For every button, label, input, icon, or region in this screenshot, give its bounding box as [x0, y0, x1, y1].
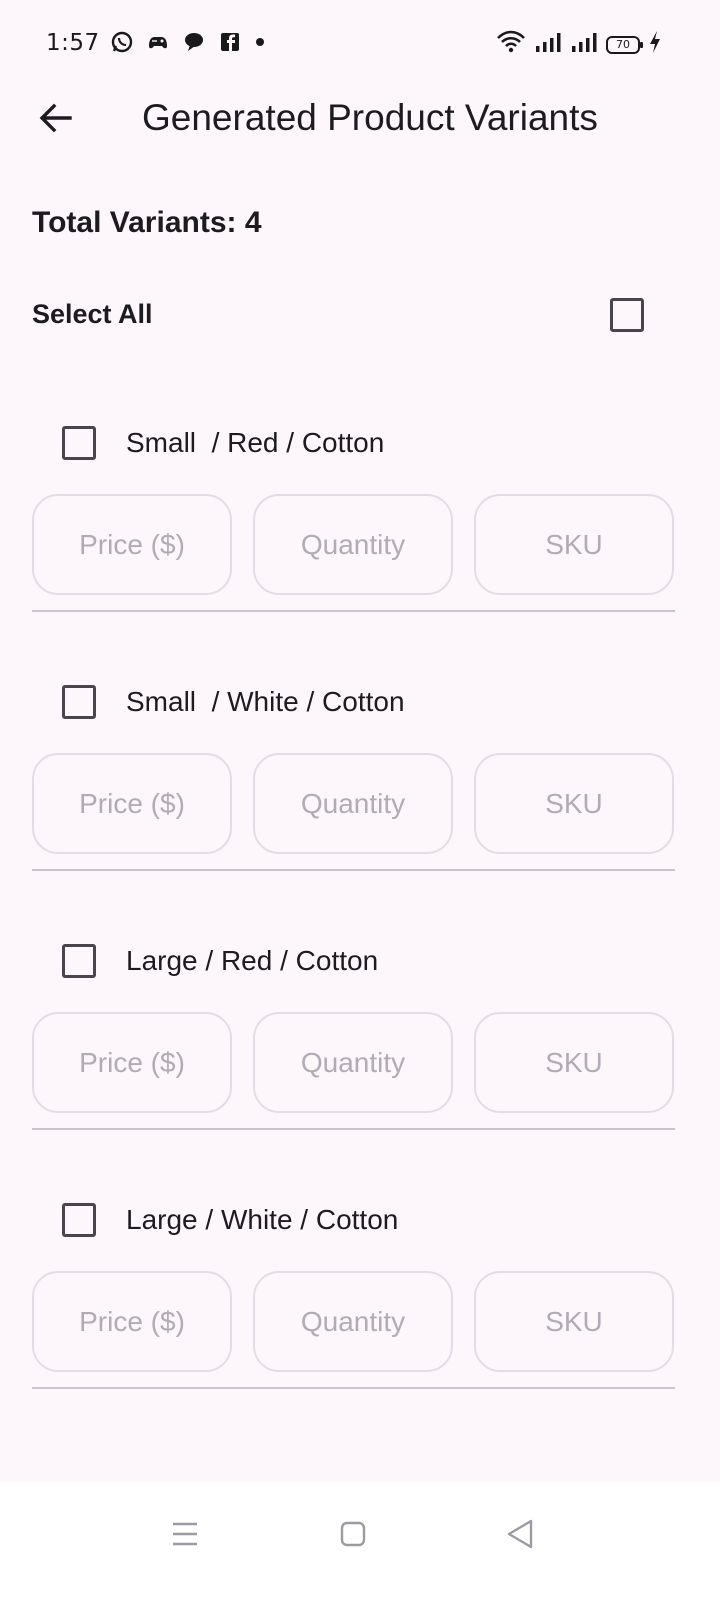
navigation-bar [0, 1482, 720, 1600]
quantity-input[interactable] [253, 1012, 453, 1113]
select-all-checkbox[interactable] [610, 298, 644, 332]
system-icons: 70 [496, 30, 662, 59]
divider [32, 869, 675, 871]
divider [32, 1128, 675, 1130]
whatsapp-icon [110, 30, 134, 59]
status-time: 1:57 [46, 30, 100, 56]
variant-fields [32, 753, 675, 854]
select-all-label: Select All [32, 299, 153, 329]
variant-checkbox[interactable] [62, 426, 96, 460]
variant-checkbox[interactable] [62, 944, 96, 978]
home-square-icon [340, 1521, 366, 1552]
variant-header: Small / White / Cotton [62, 677, 405, 727]
variant-fields [32, 494, 675, 595]
dot-icon [254, 30, 266, 59]
chat-bubble-icon [182, 30, 206, 59]
variant-fields [32, 1012, 675, 1113]
arrow-back-icon [38, 100, 74, 141]
variant-item: Small / White / Cotton [32, 677, 675, 895]
charging-icon [648, 30, 662, 59]
divider [32, 610, 675, 612]
variant-header: Small / Red / Cotton [62, 418, 384, 468]
variant-name: Small / Red / Cotton [126, 427, 385, 458]
price-input[interactable] [32, 1012, 232, 1113]
variant-name: Large / White / Cotton [126, 1204, 399, 1235]
app-bar: Generated Product Variants [0, 88, 720, 148]
menu-icon [171, 1521, 199, 1552]
back-nav-button[interactable] [492, 1508, 548, 1564]
home-button[interactable] [325, 1508, 381, 1564]
signal-icon [534, 30, 562, 59]
variant-item: Small / Red / Cotton [32, 418, 675, 636]
game-controller-icon [146, 30, 170, 59]
facebook-icon [218, 30, 242, 59]
variant-header: Large / White / Cotton [62, 1195, 398, 1245]
price-input[interactable] [32, 494, 232, 595]
signal-icon [570, 30, 598, 59]
divider [32, 1387, 675, 1389]
variant-name: Small / White / Cotton [126, 686, 405, 717]
price-input[interactable] [32, 1271, 232, 1372]
notification-icons [110, 30, 266, 59]
variant-item: Large / White / Cotton [32, 1195, 675, 1413]
recent-apps-button[interactable] [157, 1508, 213, 1564]
wifi-icon [496, 30, 526, 59]
sku-input[interactable] [474, 753, 674, 854]
variant-item: Large / Red / Cotton [32, 936, 675, 1154]
variant-name: Large / Red / Cotton [126, 945, 379, 976]
sku-input[interactable] [474, 494, 674, 595]
battery-icon: 70 [606, 35, 643, 54]
total-variants-label: Total Variants: 4 [32, 206, 262, 239]
price-input[interactable] [32, 753, 232, 854]
variant-checkbox[interactable] [62, 1203, 96, 1237]
select-all-row: Select All [32, 290, 652, 340]
quantity-input[interactable] [253, 753, 453, 854]
page-title: Generated Product Variants [142, 97, 598, 138]
variant-fields [32, 1271, 675, 1372]
variant-header: Large / Red / Cotton [62, 936, 378, 986]
status-bar: 1:57 70 [0, 0, 720, 88]
quantity-input[interactable] [253, 1271, 453, 1372]
sku-input[interactable] [474, 1271, 674, 1372]
quantity-input[interactable] [253, 494, 453, 595]
sku-input[interactable] [474, 1012, 674, 1113]
variant-checkbox[interactable] [62, 685, 96, 719]
back-triangle-icon [506, 1519, 534, 1554]
back-button[interactable] [32, 96, 80, 144]
